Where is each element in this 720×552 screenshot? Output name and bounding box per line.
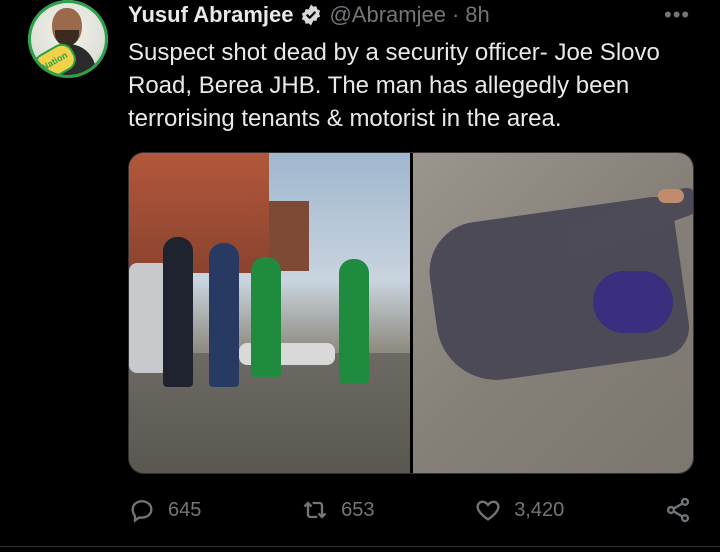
retweet-count: 653 [341,498,375,521]
reply-icon [131,500,153,523]
photo-person [163,237,193,387]
media-photo-left[interactable] [129,153,410,473]
tweet-header: Yusuf Abramjee @Abramjee · 8h [128,2,490,28]
photo-hood [592,271,673,333]
retweet-button[interactable]: 653 [301,496,374,524]
retweet-icon [303,501,327,519]
like-button[interactable]: 3,420 [474,496,564,524]
media-photo-right[interactable] [412,153,693,473]
header-separator: · [451,2,460,27]
share-button[interactable] [664,496,692,524]
divider [0,546,720,547]
heart-icon [476,500,500,521]
avatar[interactable]: Nation [28,0,108,78]
reply-button[interactable]: 645 [128,496,201,524]
avatar-ring [28,0,108,78]
author-name[interactable]: Yusuf Abramjee [128,2,293,28]
more-options-icon[interactable]: ••• [664,2,690,28]
photo-person [209,243,239,387]
timestamp[interactable]: 8h [465,2,489,28]
author-handle[interactable]: @Abramjee [329,2,446,28]
tweet-media[interactable] [128,152,694,474]
tweet-actions: 645 653 3,420 [128,492,692,528]
photo-person [339,259,369,383]
photo-hand [657,189,684,203]
verified-icon [302,4,321,26]
reply-count: 645 [168,498,202,521]
like-count: 3,420 [514,498,565,521]
tweet-text: Suspect shot dead by a security officer-… [128,39,660,132]
photo-building [129,153,269,273]
photo-person [251,257,281,377]
share-icon [666,497,690,523]
